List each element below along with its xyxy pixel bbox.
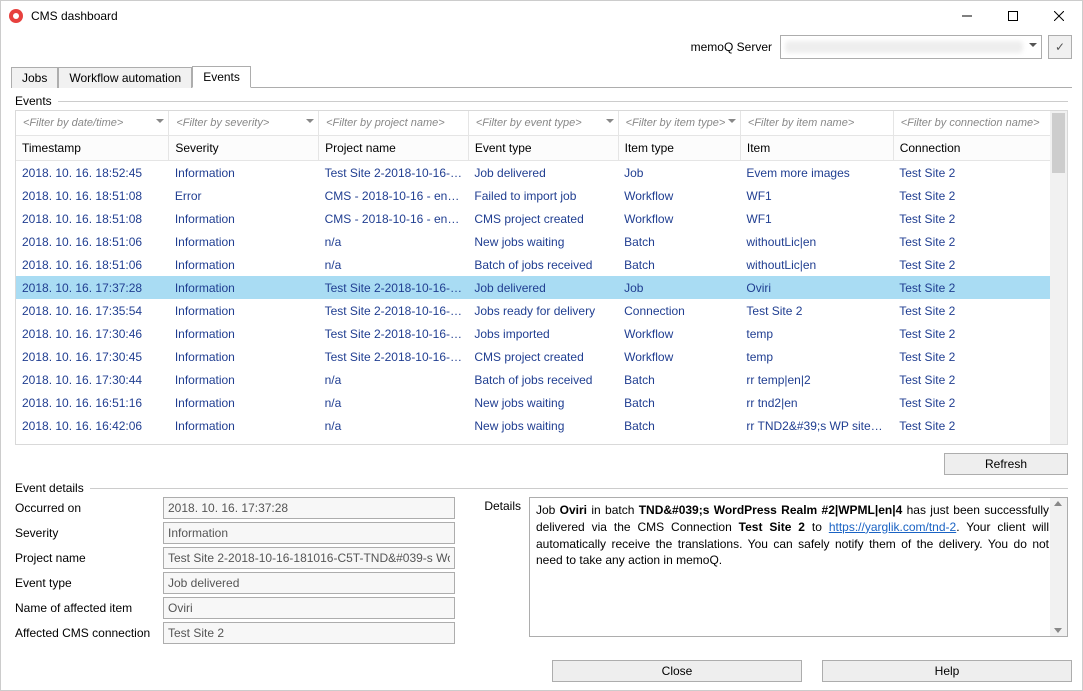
filter-timestamp[interactable]: <Filter by date/time> [16, 111, 169, 136]
table-row[interactable]: 2018. 10. 16. 18:51:06Informationn/aNew … [16, 230, 1067, 253]
chevron-down-icon [606, 119, 614, 123]
tab-jobs[interactable]: Jobs [11, 67, 58, 88]
close-dialog-button[interactable]: Close [552, 660, 802, 682]
server-confirm-button[interactable]: ✓ [1048, 35, 1072, 59]
minimize-button[interactable] [944, 1, 990, 31]
events-panel: Events <Filter by date/time> <Filter by … [11, 87, 1072, 652]
events-group-header: Events [15, 94, 1068, 108]
chevron-down-icon [306, 119, 314, 123]
col-project[interactable]: Project name [319, 136, 469, 161]
details-group-header: Event details [15, 481, 1068, 495]
col-severity[interactable]: Severity [169, 136, 319, 161]
chevron-down-icon [156, 119, 164, 123]
table-row[interactable]: 2018. 10. 16. 17:35:54InformationTest Si… [16, 299, 1067, 322]
close-button[interactable] [1036, 1, 1082, 31]
filter-severity[interactable]: <Filter by severity> [169, 111, 319, 136]
details-text: Job Oviri in batch TND&#039;s WordPress … [529, 497, 1068, 637]
field-item-name [163, 597, 455, 619]
label-severity: Severity [15, 526, 155, 540]
field-event-type [163, 572, 455, 594]
title-bar: CMS dashboard [1, 1, 1082, 31]
app-window: CMS dashboard memoQ Server ✓ Jobs Workfl… [0, 0, 1083, 691]
col-event-type[interactable]: Event type [468, 136, 618, 161]
filter-event-type[interactable]: <Filter by event type> [468, 111, 618, 136]
table-row[interactable]: 2018. 10. 16. 16:42:06Informationn/aNew … [16, 414, 1067, 437]
col-item-type[interactable]: Item type [618, 136, 740, 161]
details-scrollbar[interactable] [1050, 498, 1067, 636]
server-combo[interactable] [780, 35, 1042, 59]
refresh-button[interactable]: Refresh [944, 453, 1068, 475]
label-occurred-on: Occurred on [15, 501, 155, 515]
col-connection[interactable]: Connection [893, 136, 1066, 161]
label-connection: Affected CMS connection [15, 626, 155, 640]
table-row[interactable]: 2018. 10. 16. 17:37:28InformationTest Si… [16, 276, 1067, 299]
tab-workflow-automation[interactable]: Workflow automation [58, 67, 192, 88]
table-row[interactable]: 2018. 10. 16. 18:52:45InformationTest Si… [16, 161, 1067, 185]
filter-item-type[interactable]: <Filter by item type> [618, 111, 740, 136]
filter-connection[interactable]: <Filter by connection name> [893, 111, 1066, 136]
table-row[interactable]: 2018. 10. 16. 17:30:44Informationn/aBatc… [16, 368, 1067, 391]
table-row[interactable]: 2018. 10. 16. 16:11:17InformationTest Si… [16, 437, 1067, 444]
table-row[interactable]: 2018. 10. 16. 18:51:08InformationCMS - 2… [16, 207, 1067, 230]
help-button[interactable]: Help [822, 660, 1072, 682]
footer-buttons: Close Help [11, 660, 1072, 682]
app-icon [9, 9, 23, 23]
label-event-type: Event type [15, 576, 155, 590]
server-label: memoQ Server [691, 40, 772, 54]
maximize-button[interactable] [990, 1, 1036, 31]
chevron-down-icon [728, 119, 736, 123]
tab-events[interactable]: Events [192, 66, 251, 88]
field-occurred-on [163, 497, 455, 519]
label-item-name: Name of affected item [15, 601, 155, 615]
label-details: Details [471, 497, 521, 644]
field-connection [163, 622, 455, 644]
table-row[interactable]: 2018. 10. 16. 17:30:45InformationTest Si… [16, 345, 1067, 368]
table-row[interactable]: 2018. 10. 16. 16:51:16Informationn/aNew … [16, 391, 1067, 414]
col-item[interactable]: Item [740, 136, 893, 161]
table-row[interactable]: 2018. 10. 16. 18:51:08ErrorCMS - 2018-10… [16, 184, 1067, 207]
chevron-down-icon [1029, 43, 1037, 47]
events-grid: <Filter by date/time> <Filter by severit… [15, 110, 1068, 445]
window-title: CMS dashboard [31, 9, 944, 23]
label-project-name: Project name [15, 551, 155, 565]
filter-project[interactable]: <Filter by project name> [319, 111, 469, 136]
details-link[interactable]: https://yarglik.com/tnd-2 [829, 520, 956, 534]
col-timestamp[interactable]: Timestamp [16, 136, 169, 161]
table-row[interactable]: 2018. 10. 16. 17:30:46InformationTest Si… [16, 322, 1067, 345]
server-bar: memoQ Server ✓ [1, 31, 1082, 63]
grid-scrollbar[interactable] [1050, 111, 1067, 444]
field-severity [163, 522, 455, 544]
filter-item[interactable]: <Filter by item name> [740, 111, 893, 136]
field-project-name [163, 547, 455, 569]
table-row[interactable]: 2018. 10. 16. 18:51:06Informationn/aBatc… [16, 253, 1067, 276]
tab-strip: Jobs Workflow automation Events [1, 63, 1082, 87]
